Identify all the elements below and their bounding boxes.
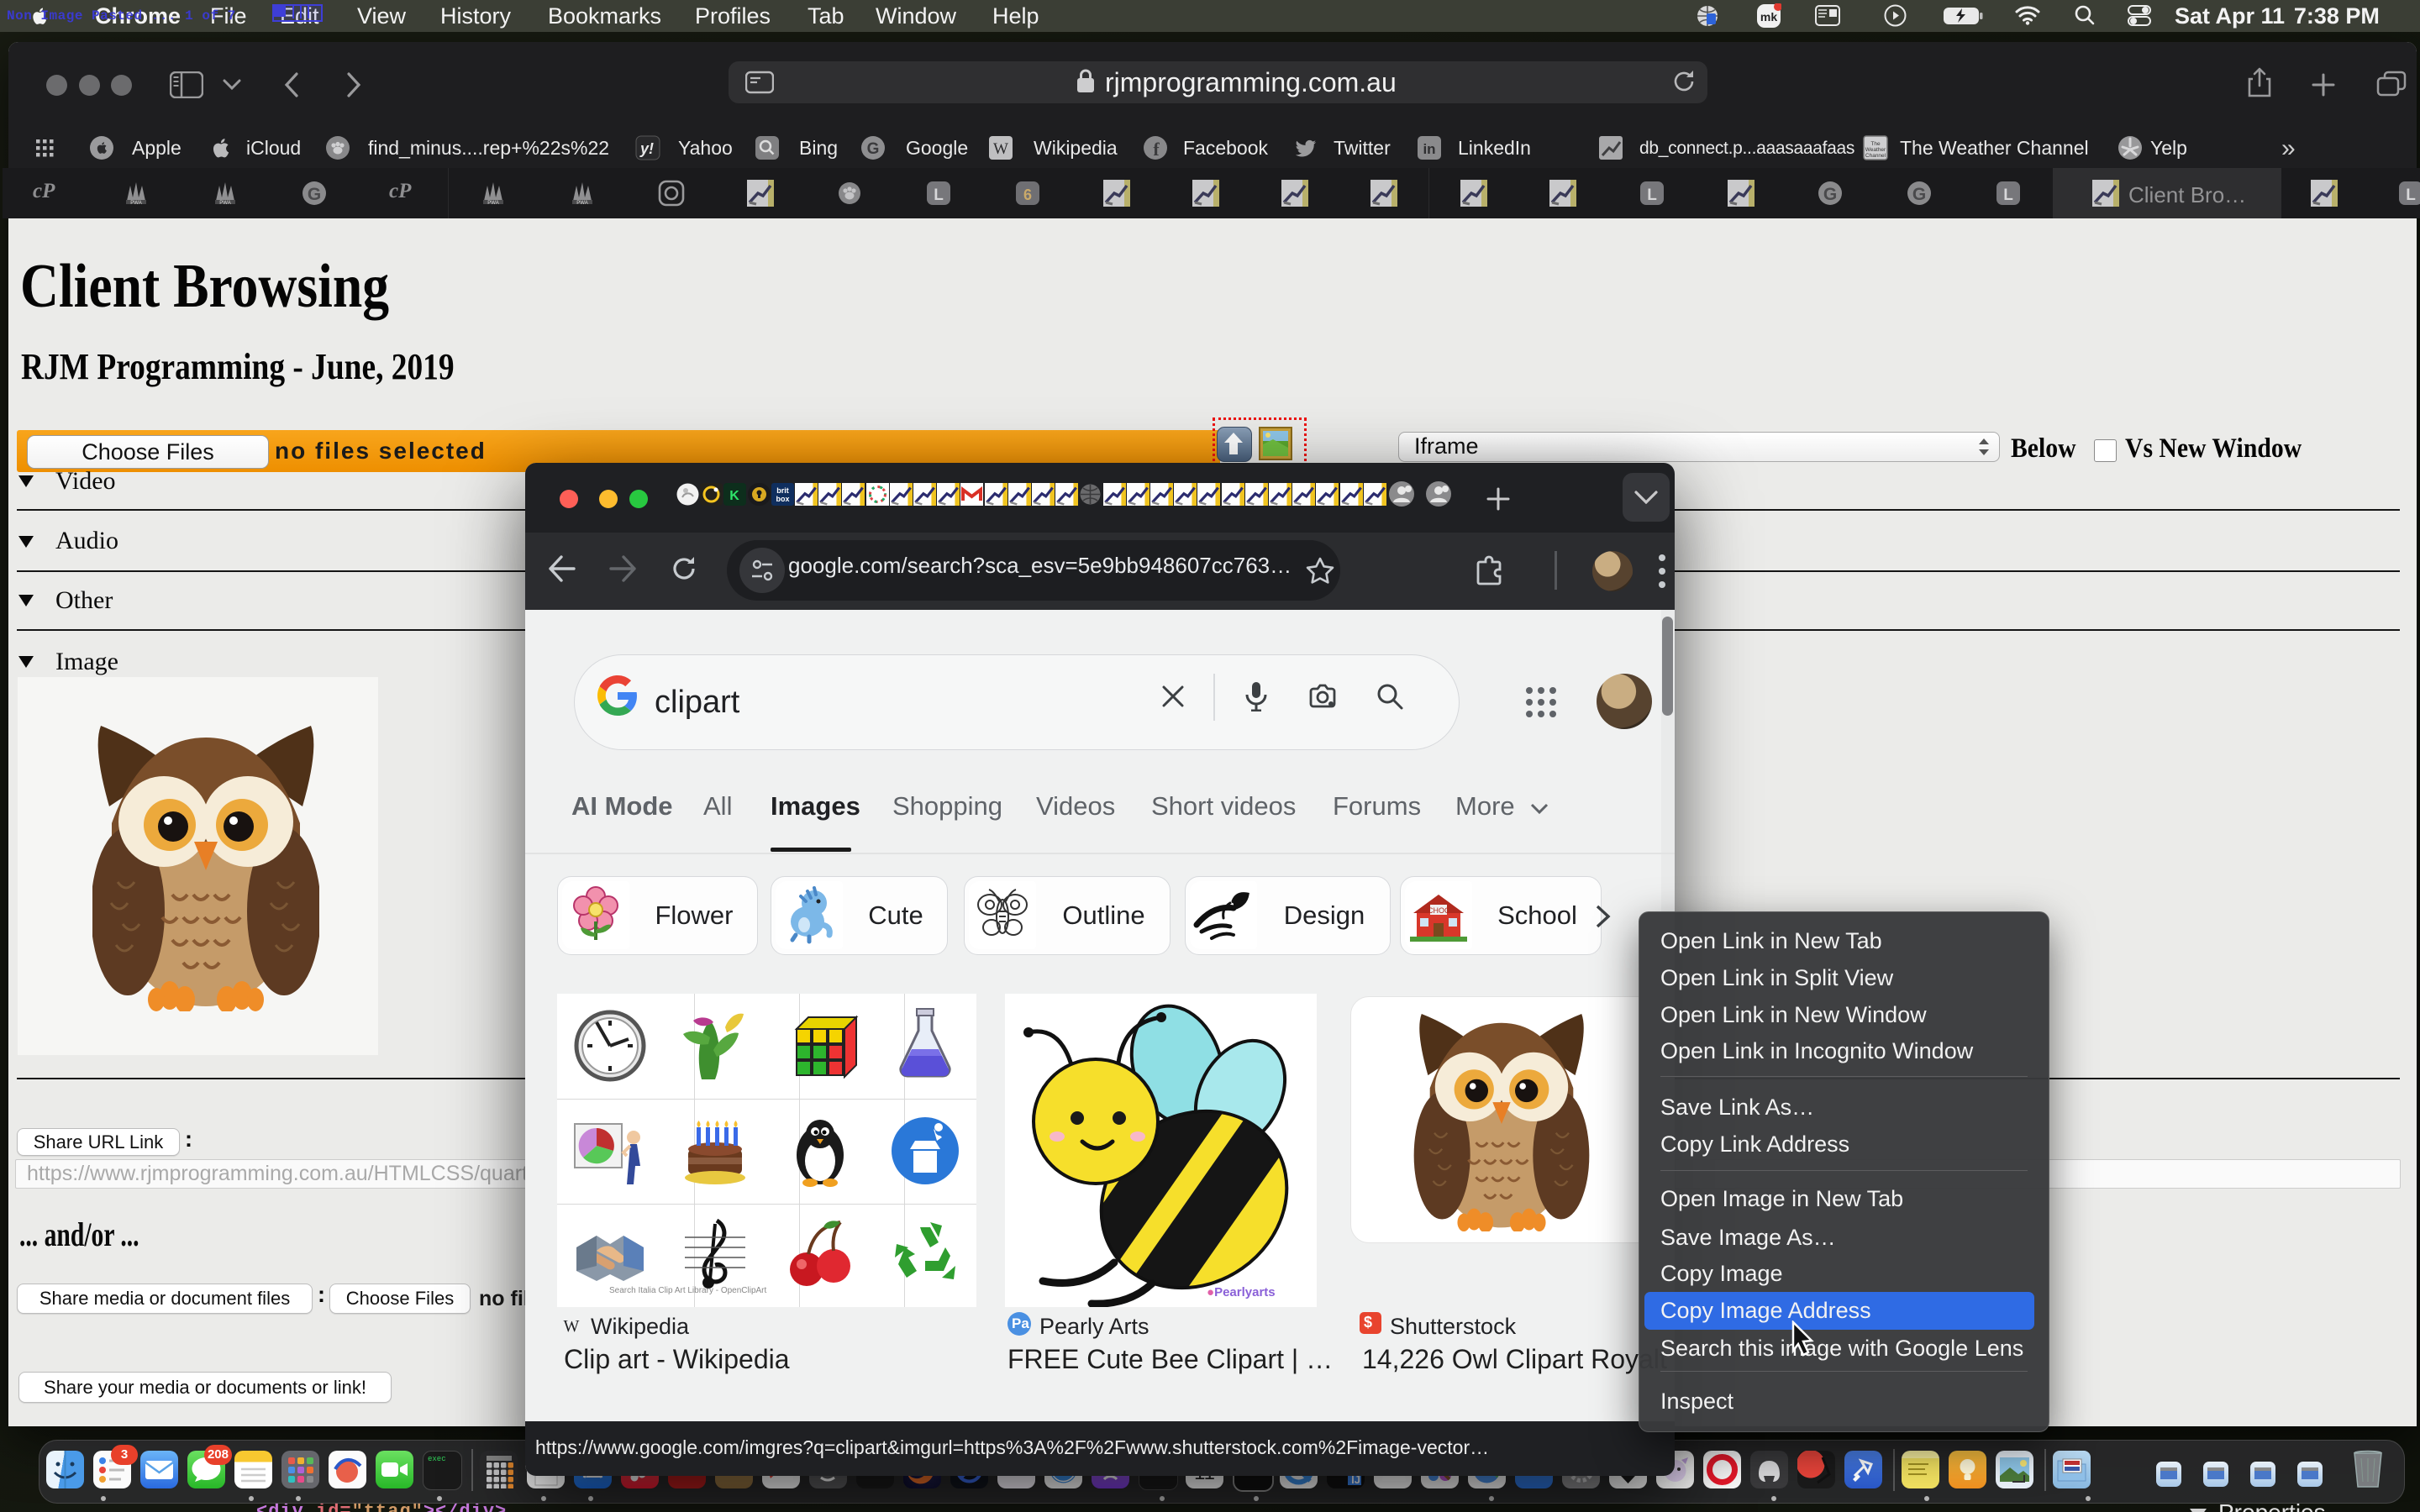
svg-text:W: W [564, 1317, 580, 1336]
svg-text:K: K [730, 489, 740, 503]
svg-text:G: G [1912, 185, 1926, 204]
svg-text:L: L [934, 186, 944, 204]
svg-text:PWA: PWA [219, 201, 230, 206]
svg-text:L: L [2406, 186, 2416, 204]
svg-text:6: 6 [1023, 186, 1032, 203]
svg-text:in: in [1423, 141, 1435, 157]
svg-text:Weather: Weather [1865, 147, 1886, 153]
svg-text:f: f [1153, 139, 1160, 160]
svg-text:brit: brit [776, 486, 789, 495]
svg-text:G: G [867, 140, 880, 158]
svg-text:W: W [993, 140, 1008, 158]
svg-text:mk: mk [1760, 10, 1777, 24]
svg-text:PWA: PWA [487, 201, 498, 206]
svg-text:PWA: PWA [576, 201, 587, 206]
svg-text:PWA: PWA [130, 201, 141, 206]
svg-text:The: The [1870, 141, 1881, 147]
svg-text:Channel: Channel [1865, 153, 1886, 159]
svg-text:●Pearlyarts: ●Pearlyarts [1207, 1285, 1276, 1299]
svg-text:G: G [1823, 185, 1837, 204]
svg-text:box: box [776, 495, 789, 503]
svg-text:L: L [1647, 186, 1657, 204]
svg-text:G: G [308, 185, 321, 204]
svg-text:y!: y! [639, 140, 654, 157]
svg-text:SCHOOL: SCHOOL [1423, 906, 1455, 915]
svg-text:L: L [2003, 186, 2013, 204]
